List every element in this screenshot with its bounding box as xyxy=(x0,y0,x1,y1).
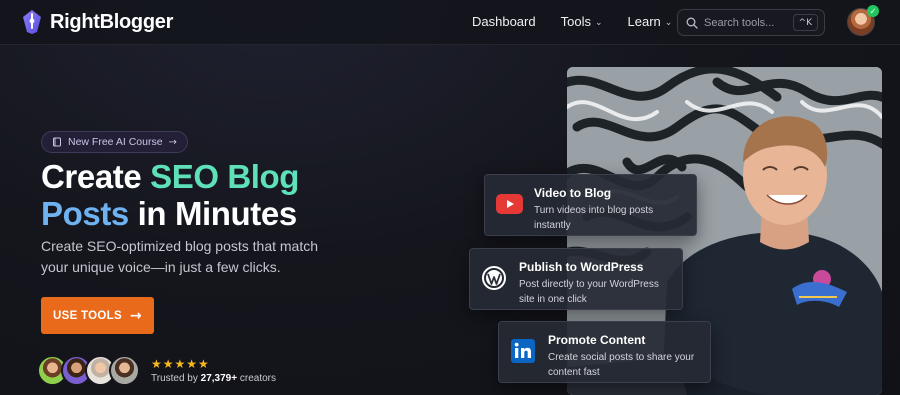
trust-suffix: creators xyxy=(237,373,276,384)
headline-highlight-posts: Posts xyxy=(41,195,129,232)
nav-link-label: Learn xyxy=(627,14,661,29)
feature-title: Video to Blog xyxy=(534,186,612,200)
trust-block: ★★★★★ Trusted by 27,379+ creators xyxy=(151,357,276,384)
cta-label: USE TOOLS xyxy=(53,309,122,322)
user-avatar-button[interactable]: ✓ xyxy=(847,5,879,36)
headline-highlight-seo: SEO Blog xyxy=(150,158,300,195)
hero-subtitle: Create SEO-optimized blog posts that mat… xyxy=(41,238,319,275)
feature-text: Promote Content Create social posts to s… xyxy=(548,333,700,380)
chevron-down-icon: ⌄ xyxy=(594,17,603,27)
nav-link-tools[interactable]: Tools ⌄ xyxy=(561,14,603,29)
headline-part: Create xyxy=(41,158,151,195)
feature-card-promote-content[interactable]: Promote Content Create social posts to s… xyxy=(498,321,711,383)
arrow-right-icon: → xyxy=(129,307,142,324)
hero-headline: Create SEO Blog Posts in Minutes xyxy=(41,158,381,232)
creator-avatars xyxy=(37,355,140,386)
nav-links: Dashboard Tools ⌄ Learn ⌄ xyxy=(472,14,672,29)
brand-name: RightBlogger xyxy=(50,10,174,33)
trust-prefix: Trusted by xyxy=(151,373,201,384)
nav-link-label: Tools xyxy=(560,14,591,29)
feature-description: Create social posts to share your conten… xyxy=(548,352,695,378)
feature-text: Publish to WordPress Post directly to yo… xyxy=(519,260,672,307)
pill-label: New Free AI Course xyxy=(68,136,163,148)
trust-count: 27,379+ xyxy=(200,373,238,384)
top-navigation: RightBlogger Dashboard Tools ⌄ Learn ⌄ ^… xyxy=(0,0,900,45)
search-input[interactable] xyxy=(704,16,784,29)
feature-title: Publish to WordPress xyxy=(519,260,644,274)
search-box[interactable]: ^K xyxy=(677,9,825,36)
book-icon xyxy=(53,137,61,147)
chevron-down-icon: ⌄ xyxy=(664,17,673,27)
feature-text: Video to Blog Turn videos into blog post… xyxy=(534,186,686,233)
trust-text: Trusted by 27,379+ creators xyxy=(151,373,276,384)
feature-description: Post directly to your WordPress site in … xyxy=(519,279,659,305)
linkedin-icon xyxy=(509,337,537,365)
arrow-right-icon: → xyxy=(168,136,177,148)
feature-card-video-to-blog[interactable]: Video to Blog Turn videos into blog post… xyxy=(484,174,697,236)
rightblogger-logo-icon xyxy=(23,10,41,34)
verified-check-icon: ✓ xyxy=(867,5,879,17)
feature-description: Turn videos into blog posts instantly xyxy=(534,205,654,231)
free-course-pill-link[interactable]: New Free AI Course → xyxy=(41,131,188,153)
headline-part: in Minutes xyxy=(128,195,298,232)
search-icon xyxy=(686,17,698,29)
keyboard-shortcut-badge: ^K xyxy=(792,14,818,31)
nav-link-label: Dashboard xyxy=(472,14,536,29)
avatar xyxy=(109,355,140,386)
wordpress-icon xyxy=(480,264,508,292)
star-rating-icon: ★★★★★ xyxy=(151,357,210,371)
nav-link-learn[interactable]: Learn ⌄ xyxy=(628,14,673,29)
use-tools-button[interactable]: USE TOOLS → xyxy=(41,297,154,334)
nav-link-dashboard[interactable]: Dashboard xyxy=(472,14,536,29)
feature-title: Promote Content xyxy=(548,333,646,347)
feature-card-publish-wordpress[interactable]: Publish to WordPress Post directly to yo… xyxy=(469,248,683,310)
social-proof: ★★★★★ Trusted by 27,379+ creators xyxy=(37,355,276,386)
brand-logo-link[interactable]: RightBlogger xyxy=(22,10,173,34)
youtube-icon xyxy=(495,190,523,218)
